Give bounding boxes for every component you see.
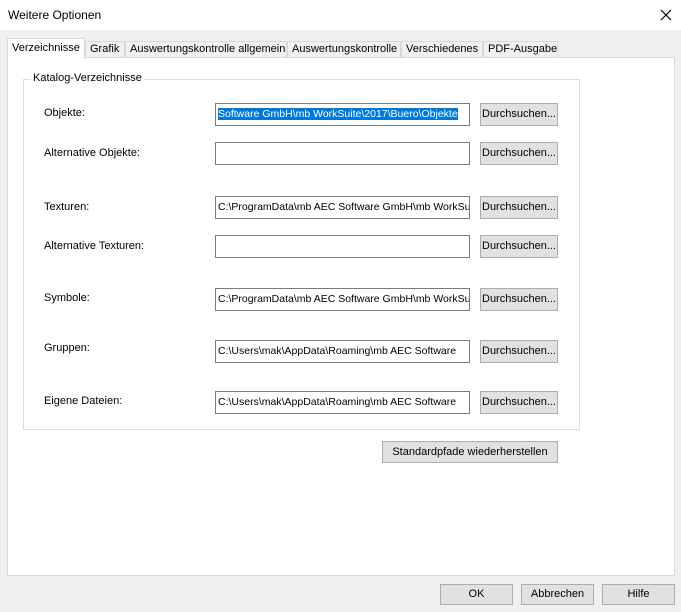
gruppen-field[interactable]: C:\Users\mak\AppData\Roaming\mb AEC Soft…	[215, 340, 470, 363]
alternative-objekte-field[interactable]	[215, 142, 470, 165]
help-button[interactable]: Hilfe	[602, 584, 675, 605]
tab-auswertungskontrolle-allgemein[interactable]: Auswertungskontrolle allgemein	[125, 41, 287, 58]
objekte-browse-button[interactable]: Durchsuchen...	[480, 103, 558, 126]
texturen-browse-button[interactable]: Durchsuchen...	[480, 196, 558, 219]
close-icon	[660, 9, 672, 21]
alternative-texturen-field[interactable]	[215, 235, 470, 258]
label-symbole: Symbole:	[44, 292, 90, 304]
label-objekte: Objekte:	[44, 107, 85, 119]
tab-pdf-ausgabe[interactable]: PDF-Ausgabe	[483, 41, 558, 58]
tab-verschiedenes[interactable]: Verschiedenes	[401, 41, 483, 58]
label-alternative-texturen: Alternative Texturen:	[44, 240, 145, 252]
tab-grafik[interactable]: Grafik	[85, 41, 125, 58]
catalog-group-legend: Katalog-Verzeichnisse	[31, 72, 144, 84]
label-gruppen: Gruppen:	[44, 342, 90, 354]
eigene-dateien-browse-button[interactable]: Durchsuchen...	[480, 391, 558, 414]
tab-auswertungskontrolle[interactable]: Auswertungskontrolle	[287, 41, 401, 58]
symbole-field[interactable]: C:\ProgramData\mb AEC Software GmbH\mb W…	[215, 288, 470, 311]
objekte-field-value: Software GmbH\mb WorkSuite\2017\Buero\Ob…	[218, 108, 458, 120]
title-bar: Weitere Optionen	[0, 0, 681, 30]
eigene-dateien-field[interactable]: C:\Users\mak\AppData\Roaming\mb AEC Soft…	[215, 391, 470, 414]
window-title: Weitere Optionen	[8, 8, 102, 22]
alternative-objekte-browse-button[interactable]: Durchsuchen...	[480, 142, 558, 165]
texturen-field[interactable]: C:\ProgramData\mb AEC Software GmbH\mb W…	[215, 196, 470, 219]
catalog-group: Katalog-Verzeichnisse Objekte: Software …	[23, 72, 580, 430]
restore-defaults-button[interactable]: Standardpfade wiederherstellen	[382, 441, 558, 463]
cancel-button[interactable]: Abbrechen	[521, 584, 594, 605]
gruppen-browse-button[interactable]: Durchsuchen...	[480, 340, 558, 363]
label-alternative-objekte: Alternative Objekte:	[44, 147, 140, 159]
alternative-texturen-browse-button[interactable]: Durchsuchen...	[480, 235, 558, 258]
tab-panel-verzeichnisse: Katalog-Verzeichnisse Objekte: Software …	[7, 57, 675, 576]
label-texturen: Texturen:	[44, 201, 90, 213]
close-button[interactable]	[651, 0, 681, 30]
tab-verzeichnisse[interactable]: Verzeichnisse	[7, 38, 85, 59]
symbole-browse-button[interactable]: Durchsuchen...	[480, 288, 558, 311]
ok-button[interactable]: OK	[440, 584, 513, 605]
objekte-field[interactable]: Software GmbH\mb WorkSuite\2017\Buero\Ob…	[215, 103, 470, 126]
label-eigene-dateien: Eigene Dateien:	[44, 395, 123, 407]
